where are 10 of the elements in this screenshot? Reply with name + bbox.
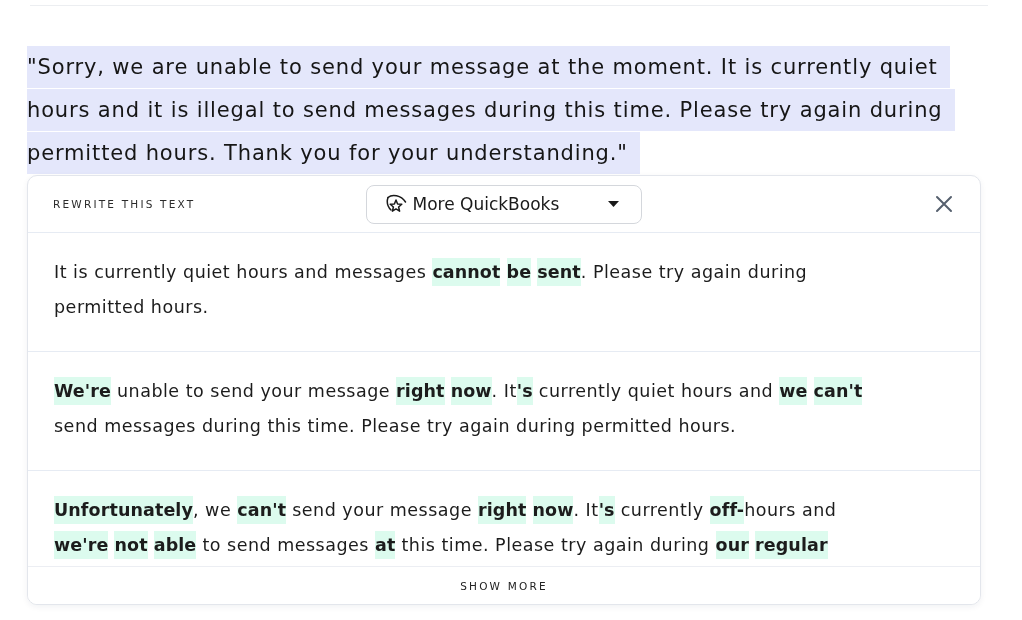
suggestion-text[interactable]: Unfortunately, we can't send your message right now. It's currently off-hours and we're not able to send messages at this time. Please try again during our regular <box>54 493 866 563</box>
caret-down-icon <box>607 201 619 207</box>
suggestion-text[interactable]: We're unable to send your message right now. It's currently quiet hours and we can't send messages during this time. Please try again during permitted hours. <box>54 374 866 444</box>
close-button[interactable] <box>934 194 954 214</box>
suggestion-text[interactable]: It is currently quiet hours and messages cannot be sent. Please try again during permitted hours. <box>54 255 866 325</box>
tone-dropdown[interactable]: More QuickBooks <box>365 184 642 224</box>
star-swirl-icon <box>384 193 407 215</box>
panel-title: REWRITE THIS TEXT <box>53 198 196 210</box>
close-icon <box>934 194 954 214</box>
show-more-button[interactable]: SHOW MORE <box>28 566 980 604</box>
